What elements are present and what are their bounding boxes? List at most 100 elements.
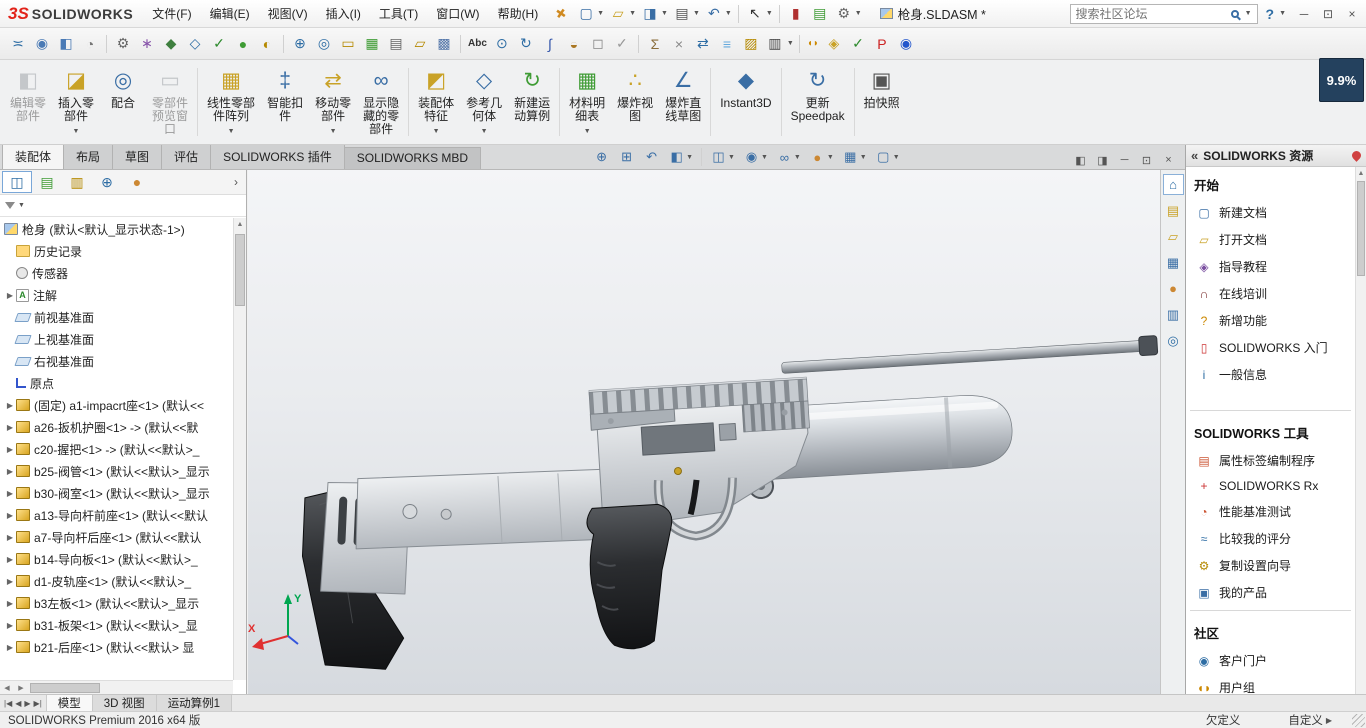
model-tab-3d-视图[interactable]: 3D 视图: [92, 695, 157, 711]
tree-item[interactable]: 传感器: [0, 262, 233, 284]
rifle-body[interactable]: [292, 335, 1160, 674]
customize-statusbar[interactable]: 自定义 ▶: [1288, 712, 1332, 728]
update-speedpak-button[interactable]: ↻ 更新 Speedpak: [785, 60, 851, 144]
expand-icon[interactable]: ▶: [4, 621, 16, 630]
tab-装配体[interactable]: 装配体: [2, 144, 65, 169]
open-document-button[interactable]: ▱ ▼: [606, 2, 638, 26]
save-as-pdf-button[interactable]: P: [870, 31, 894, 56]
expand-icon[interactable]: ▶: [4, 533, 16, 542]
tab-草图[interactable]: 草图: [112, 144, 163, 169]
print-button[interactable]: ▤ ▼: [670, 2, 702, 26]
expand-icon[interactable]: ▶: [4, 643, 16, 652]
view-orientation-button[interactable]: ◫ ▼: [706, 145, 739, 169]
tree-item[interactable]: ▶ a7-导向杆后座<1> (默认<<默认: [0, 526, 233, 548]
task-pane-item[interactable]: ⚙ 复制设置向导: [1186, 552, 1355, 579]
close-document-button[interactable]: ×: [1158, 151, 1179, 169]
task-pane-item[interactable]: + SOLIDWORKS Rx: [1186, 474, 1355, 498]
pin-menu-icon[interactable]: ✚: [552, 4, 570, 23]
reorient-sketch-button[interactable]: ↻: [514, 31, 538, 56]
barrel[interactable]: [781, 339, 1154, 374]
expand-icon[interactable]: ▶: [4, 489, 16, 498]
menu-1[interactable]: 文件(F): [143, 0, 200, 27]
display-style-button[interactable]: ◉ ▼: [739, 145, 772, 169]
menu-7[interactable]: 帮助(H): [489, 0, 548, 27]
bill-of-materials-button[interactable]: ▦ 材料明 细表 ▼: [563, 60, 611, 144]
expand-icon[interactable]: ▶: [4, 423, 16, 432]
assembly-features-button[interactable]: ◩ 装配体 特征 ▼: [412, 60, 460, 144]
explode-line-sketch-button[interactable]: ∠ 爆炸直 线草图: [659, 60, 707, 144]
tree-horizontal-scrollbar[interactable]: ◀ ▶: [0, 680, 233, 694]
zoom-to-selection-button[interactable]: ⊕: [288, 31, 312, 56]
tree-item[interactable]: 右视基准面: [0, 350, 233, 372]
tab-scroll-last-button[interactable]: ▶|: [34, 699, 42, 708]
tree-item[interactable]: 历史记录: [0, 240, 233, 262]
tab-scroll-prev-button[interactable]: ◀: [15, 699, 21, 708]
comment-button[interactable]: ▭: [336, 31, 360, 56]
minimize-app-button[interactable]: ─: [1292, 4, 1316, 24]
file-explorer-tab[interactable]: ▱: [1163, 226, 1184, 247]
mate-button[interactable]: ◎ 配合: [100, 60, 146, 144]
search-caret-icon[interactable]: ▼: [1245, 10, 1252, 17]
rebuild-button[interactable]: ▮: [784, 2, 808, 26]
menu-2[interactable]: 编辑(E): [201, 0, 259, 27]
task-pane-item[interactable]: ▯ SOLIDWORKS 入门: [1186, 334, 1355, 361]
resize-grip[interactable]: [1352, 714, 1365, 727]
tree-item[interactable]: ▶ b30-阀室<1> (默认<<默认>_显示: [0, 482, 233, 504]
check-active-document-button[interactable]: ✓: [207, 31, 231, 56]
solidworks-resources-tab[interactable]: ⌂: [1162, 174, 1184, 195]
scroll-up-icon[interactable]: ▲: [1356, 167, 1366, 180]
exploded-view-button[interactable]: ∴ 爆炸视 图: [611, 60, 659, 144]
tree-item[interactable]: 原点: [0, 372, 233, 394]
tree-item[interactable]: ▶ b14-导向板<1> (默认<<默认>_: [0, 548, 233, 570]
tab-solidworks-mbd[interactable]: SOLIDWORKS MBD: [343, 147, 482, 169]
solidworks-forum-tab[interactable]: ◎: [1163, 330, 1184, 351]
tree-item[interactable]: 前视基准面: [0, 306, 233, 328]
design-library-tab[interactable]: ▤: [1163, 200, 1184, 221]
menu-3[interactable]: 视图(V): [259, 0, 317, 27]
propertymanager-tab[interactable]: ▤: [32, 171, 62, 193]
rifle-assembly-model[interactable]: Y X: [248, 170, 1160, 694]
tree-item[interactable]: ▶ a13-导向杆前座<1> (默认<<默认: [0, 504, 233, 526]
help-button[interactable]: ?: [1266, 6, 1275, 22]
expand-icon[interactable]: ▶: [4, 599, 16, 608]
tab-scroll-next-button[interactable]: ▶: [24, 699, 30, 708]
new-document-button[interactable]: ▢ ▼: [574, 2, 606, 26]
tree-root-item[interactable]: 枪身 (默认<默认_显示状态-1>): [0, 218, 233, 240]
muzzle-cap[interactable]: [1138, 335, 1159, 356]
tree-item[interactable]: ▶ d1-皮轨座<1> (默认<<默认>_: [0, 570, 233, 592]
task-pane-item[interactable]: ≈ 比较我的评分: [1186, 525, 1355, 552]
tree-item[interactable]: ▶ A 注解: [0, 284, 233, 306]
tree-item[interactable]: ▶ a26-扳机护圈<1> -> (默认<<默: [0, 416, 233, 438]
task-pane-item[interactable]: ∩ 在线培训: [1186, 280, 1355, 307]
expand-icon[interactable]: ▶: [4, 291, 16, 300]
display-states-button[interactable]: ▥ ▼: [763, 31, 795, 56]
tree-item[interactable]: ▶ b21-后座<1> (默认<<默认> 显: [0, 636, 233, 658]
close-app-button[interactable]: ×: [1340, 4, 1364, 24]
task-pane-item[interactable]: ▢ 新建文档: [1186, 199, 1355, 226]
next-window-button[interactable]: ◨: [1092, 151, 1113, 169]
displaymanager-tab[interactable]: ●: [122, 171, 152, 193]
geometry-analysis-button[interactable]: ◇: [183, 31, 207, 56]
model-tab-运动算例1[interactable]: 运动算例1: [156, 695, 233, 711]
scroll-up-icon[interactable]: ▲: [234, 218, 246, 231]
translate-button[interactable]: ⇄: [691, 31, 715, 56]
tab-solidworks-插件[interactable]: SOLIDWORKS 插件: [210, 144, 345, 169]
file-properties-button[interactable]: ▤: [808, 2, 832, 26]
insert-components-button[interactable]: ◪ 插入零 部件 ▼: [52, 60, 100, 144]
linear-component-pattern-button[interactable]: ▦ 线性零部 件阵列 ▼: [201, 60, 261, 144]
task-pane-item[interactable]: ◖◗ 用户组: [1186, 674, 1355, 695]
new-motion-study-button[interactable]: ↻ 新建运 动算例: [508, 60, 556, 144]
expand-icon[interactable]: ▶: [4, 401, 16, 410]
save-button[interactable]: ◨ ▼: [638, 2, 670, 26]
measure-button[interactable]: ≍: [6, 31, 30, 56]
featuremanager-tab[interactable]: ◫: [2, 171, 32, 193]
task-pane-item[interactable]: ◈ 指导教程: [1186, 253, 1355, 280]
performance-evaluation-button[interactable]: ◔: [78, 31, 102, 56]
restore-document-button[interactable]: ⊡: [1136, 151, 1157, 169]
search-input[interactable]: [1075, 6, 1226, 21]
pin-pane-icon[interactable]: [1350, 149, 1363, 162]
print-preview-button[interactable]: ▤: [384, 31, 408, 56]
task-pane-item[interactable]: ▤ 属性标签编制程序: [1186, 447, 1355, 474]
configurationmanager-tab[interactable]: ▥: [62, 171, 92, 193]
help-caret-icon[interactable]: ▼: [1279, 10, 1286, 17]
